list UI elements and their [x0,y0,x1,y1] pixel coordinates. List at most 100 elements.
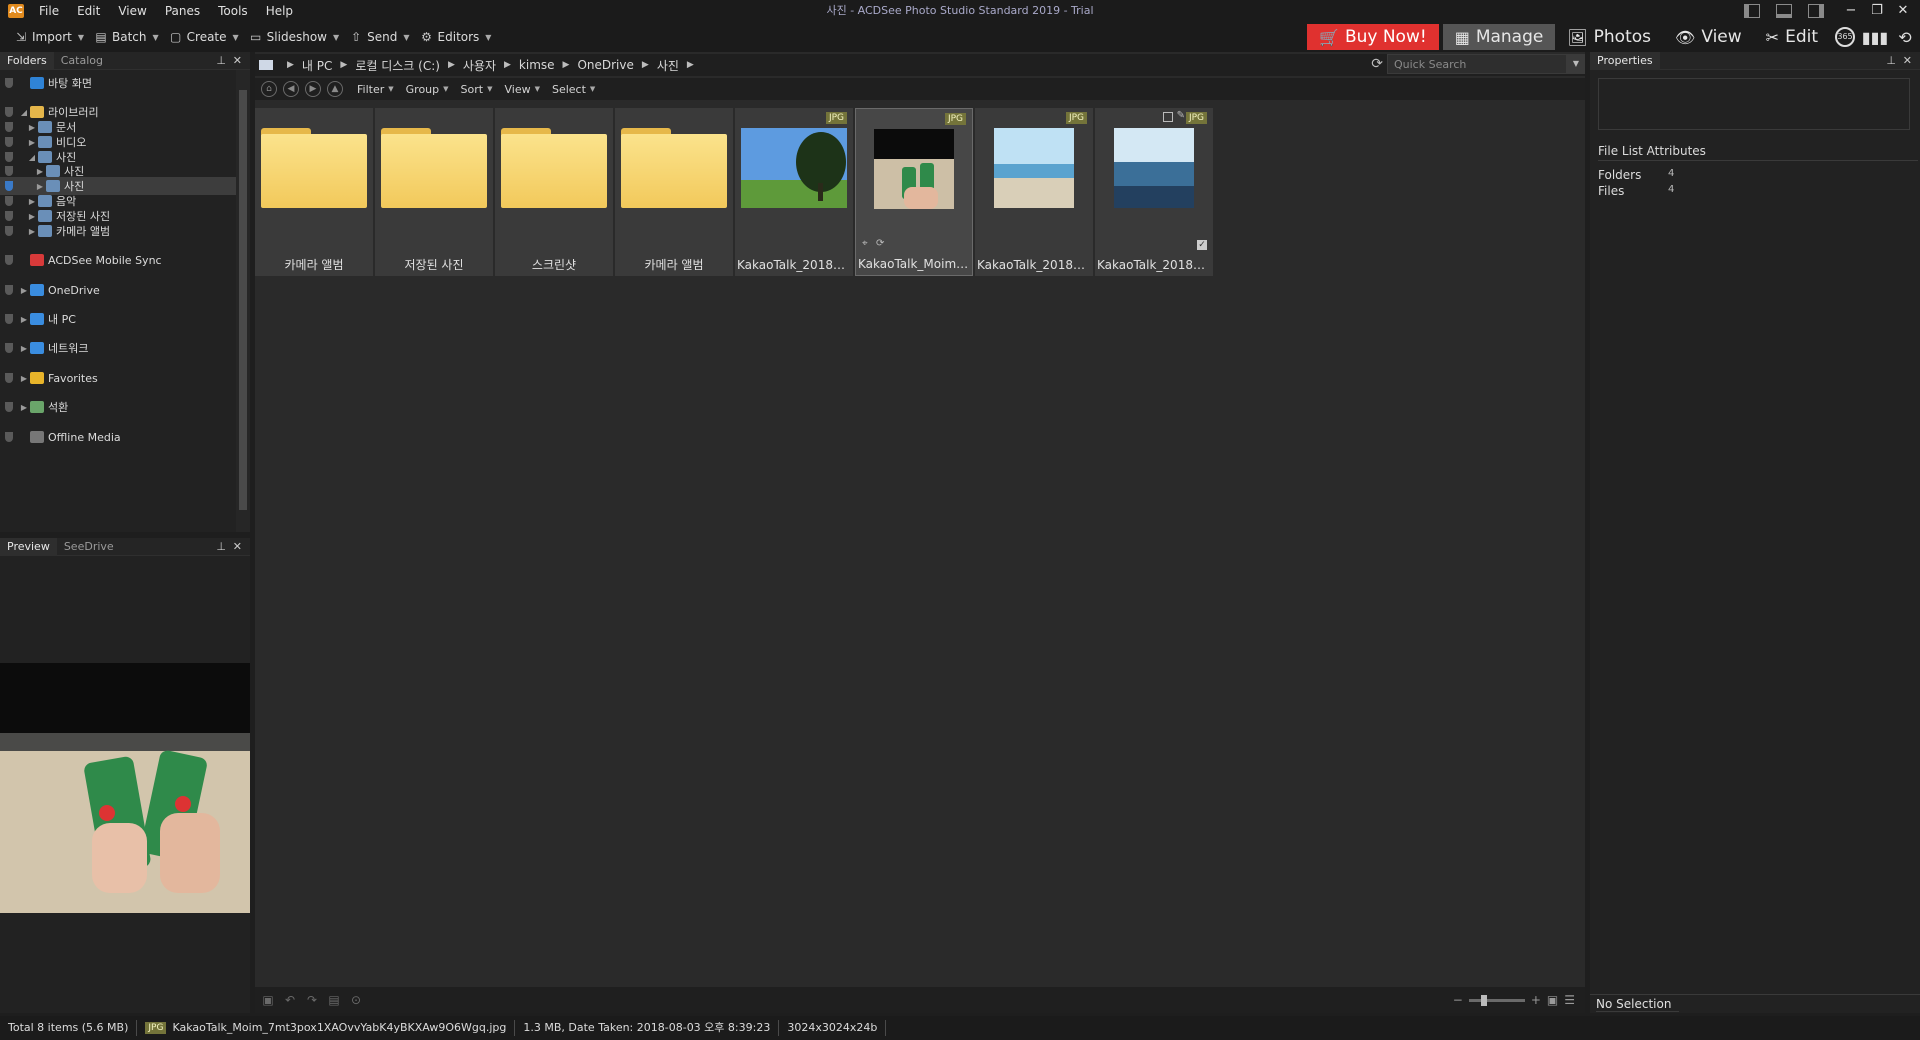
toolbar-send-button[interactable]: ⇧ Send ▼ [349,30,409,44]
menu-help[interactable]: Help [257,0,302,22]
app-logo-icon[interactable]: AC [8,4,24,18]
close-panel-icon[interactable]: ✕ [233,52,242,70]
home-icon[interactable]: ⌂ [261,81,277,97]
quick-search-input[interactable]: Quick Search [1387,54,1567,74]
expand-arrow-icon[interactable]: ▶ [28,197,36,206]
pin-icon[interactable]: ⊥ [216,52,226,70]
filter-select-menu[interactable]: Select ▼ [552,83,595,96]
search-dropdown-button[interactable]: ▼ [1567,54,1585,74]
photos-mode-button[interactable]: 🖼 Photos [1555,24,1663,50]
thumbnail-view-icon[interactable]: ▣ [1547,993,1558,1007]
filter-group-menu[interactable]: Group ▼ [406,83,449,96]
360-button[interactable]: ⟲ [1890,24,1920,50]
expand-arrow-icon[interactable]: ▶ [20,344,28,353]
forward-icon[interactable]: ▶ [305,81,321,97]
tab-preview[interactable]: Preview [0,537,57,556]
breadcrumb-item[interactable]: 로컬 디스크 (C:) [355,57,440,74]
save-icon[interactable]: ▣ [261,993,275,1007]
menu-file[interactable]: File [30,0,68,22]
zoom-in-icon[interactable]: + [1531,993,1541,1007]
filter-filter-menu[interactable]: Filter ▼ [357,83,394,96]
rotate-left-icon[interactable]: ↶ [283,993,297,1007]
buy-now-button[interactable]: 🛒 Buy Now! [1307,24,1439,50]
dashboard-button[interactable]: ▮▮▮ [1860,24,1890,50]
tab-catalog[interactable]: Catalog [54,52,110,70]
expand-arrow-icon[interactable]: ▶ [28,123,36,132]
menu-edit[interactable]: Edit [68,0,109,22]
rotate-right-icon[interactable]: ↷ [305,993,319,1007]
minimize-button[interactable]: − [1840,0,1862,22]
expand-arrow-icon[interactable]: ▶ [28,227,36,236]
manage-mode-button[interactable]: ▦ Manage [1442,24,1556,50]
tag-checkbox-icon[interactable]: ✓ [1197,240,1207,250]
chevron-right-icon[interactable]: ▶ [340,60,347,70]
view-mode-button[interactable]: 👁 View [1663,24,1754,50]
tree-item-pictures[interactable]: ▶ 카메라 앨범 [0,222,236,240]
folder-thumbnail[interactable]: 저장된 사진 [375,108,493,276]
chevron-right-icon[interactable]: ▶ [287,60,294,70]
menu-panes[interactable]: Panes [156,0,209,22]
photo-thumbnail[interactable]: JPG ⌖ ⟳ KakaoTalk_Moim_7mt3p... [855,108,973,276]
tree-item-mobile-sync[interactable]: ACDSee Mobile Sync [0,251,236,269]
zoom-slider[interactable] [1468,994,1525,1006]
pin-icon[interactable]: ⊥ [216,538,226,556]
close-window-button[interactable]: ✕ [1892,0,1914,22]
toolbar-batch-button[interactable]: ▤ Batch ▼ [94,30,158,44]
tab-folders[interactable]: Folders [0,51,54,70]
breadcrumb-item[interactable]: 사진 [657,57,679,74]
toolbar-import-button[interactable]: ⇲ Import ▼ [14,30,84,44]
filter-sort-menu[interactable]: Sort ▼ [461,83,493,96]
expand-arrow-icon[interactable]: ▶ [20,315,28,324]
close-panel-icon[interactable]: ✕ [233,538,242,556]
tree-item-network[interactable]: ▶ 네트워크 [0,339,236,357]
expand-arrow-icon[interactable]: ▶ [20,403,28,412]
photo-thumbnail[interactable]: JPG KakaoTalk_20180813_16... [975,108,1093,276]
layout-right-panel-icon[interactable] [1808,4,1824,18]
expand-arrow-icon[interactable]: ▶ [36,182,44,191]
tree-item-pc[interactable]: ▶ 내 PC [0,310,236,328]
restore-button[interactable]: ❐ [1866,0,1888,22]
up-icon[interactable]: ▲ [327,81,343,97]
tab-seedrive[interactable]: SeeDrive [57,538,121,556]
breadcrumb-item[interactable]: 사용자 [463,57,496,74]
scrollbar-thumb[interactable] [239,90,247,510]
slideshow-play-icon[interactable]: ⊙ [349,993,363,1007]
edit-pencil-icon[interactable]: ✎ [1177,110,1185,121]
menu-tools[interactable]: Tools [209,0,257,22]
expand-arrow-icon[interactable]: ◢ [28,153,36,162]
zoom-slider-knob[interactable] [1480,994,1487,1006]
breadcrumb-item[interactable]: OneDrive [577,58,633,72]
expand-arrow-icon[interactable]: ▶ [36,167,44,176]
expand-arrow-icon[interactable]: ▶ [28,138,36,147]
expand-arrow-icon[interactable]: ▶ [20,374,28,383]
photo-thumbnail[interactable]: JPG ✓ ✎ KakaoTalk_20180813_16... [1095,108,1213,276]
folder-thumbnail[interactable]: 카메라 앨범 [255,108,373,276]
refresh-icon[interactable]: ⟳ [1371,56,1383,72]
tree-item-onedrive[interactable]: ▶ OneDrive [0,281,236,299]
select-square-icon[interactable] [1163,112,1173,122]
details-view-icon[interactable]: ☰ [1564,993,1575,1007]
pin-icon[interactable]: ⊥ [1886,52,1896,70]
folder-thumbnail[interactable]: 카메라 앨범 [615,108,733,276]
folder-tree-scrollbar[interactable] [236,70,250,532]
photo-thumbnail[interactable]: JPG KakaoTalk_20180813_16... [735,108,853,276]
toolbar-create-button[interactable]: ▢ Create ▼ [169,30,239,44]
folder-thumbnail[interactable]: 스크린샷 [495,108,613,276]
close-panel-icon[interactable]: ✕ [1903,52,1912,70]
tree-item-favorites[interactable]: ▶ Favorites [0,369,236,387]
edit-mode-button[interactable]: ✂ Edit [1754,24,1830,50]
chevron-right-icon[interactable]: ▶ [642,60,649,70]
tree-item-desktop[interactable]: 바탕 화면 [0,74,236,92]
chevron-right-icon[interactable]: ▶ [687,60,694,70]
tree-item-offline-media[interactable]: Offline Media [0,428,236,446]
chevron-right-icon[interactable]: ▶ [563,60,570,70]
expand-arrow-icon[interactable]: ◢ [20,108,28,117]
tree-item-user[interactable]: ▶ 석환 [0,398,236,416]
stack-icon[interactable]: ▤ [327,993,341,1007]
chevron-right-icon[interactable]: ▶ [504,60,511,70]
expand-arrow-icon[interactable]: ▶ [28,212,36,221]
layout-bottom-panel-icon[interactable] [1776,4,1792,18]
toolbar-editors-button[interactable]: ⚙ Editors ▼ [420,30,491,44]
breadcrumb-item[interactable]: kimse [519,58,555,72]
layout-left-panel-icon[interactable] [1744,4,1760,18]
